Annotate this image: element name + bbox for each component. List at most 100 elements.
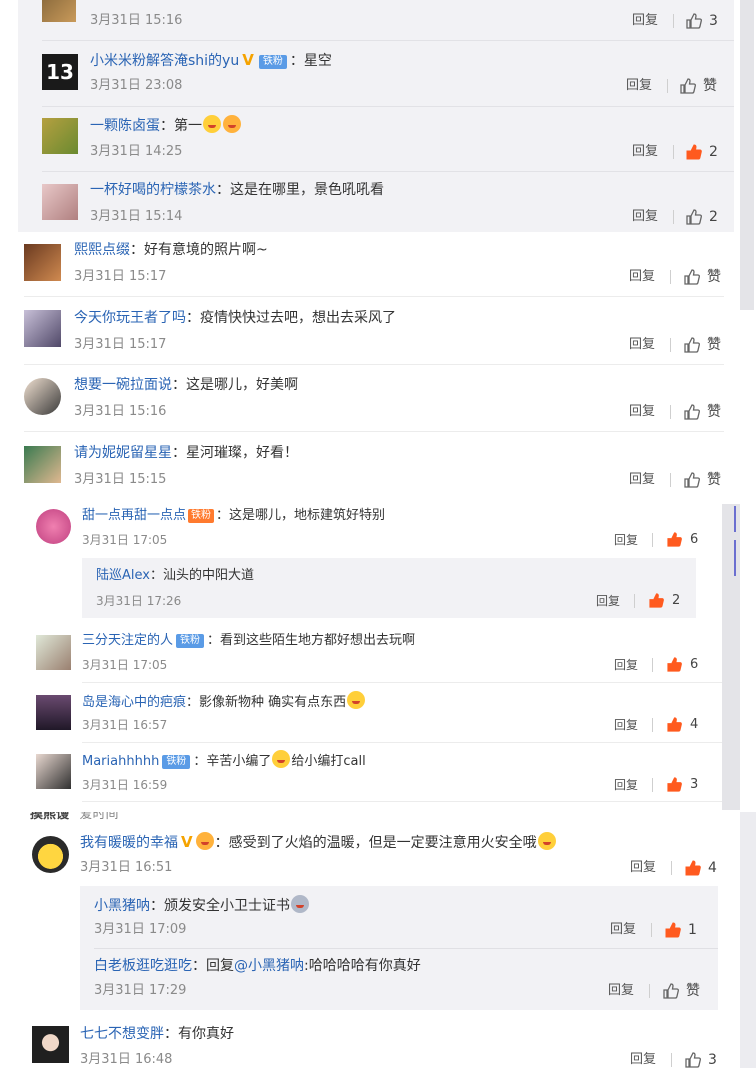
commenter-name[interactable]: 一杯好喝的柠檬茶水: [90, 182, 216, 198]
comment-time: 3月31日 17:09: [94, 922, 187, 937]
commenter-name[interactable]: 小米米粉解答淹shi的yu: [90, 53, 239, 69]
commenter-name[interactable]: 陆巡Alex: [96, 568, 150, 583]
like-count: 6: [690, 657, 699, 672]
comment-time: 3月31日 15:17: [74, 269, 167, 284]
avatar[interactable]: [24, 244, 61, 281]
reply-button[interactable]: 回复: [614, 716, 638, 734]
thumbs-up-icon: [686, 13, 702, 29]
like-count: 3: [708, 1052, 717, 1068]
commenter-name[interactable]: 岛是海心中的疤痕: [82, 695, 186, 710]
commenter-name[interactable]: 我有暖暖的幸福: [80, 835, 178, 851]
reply-button[interactable]: 回复: [614, 656, 638, 674]
comment-text: 第一: [174, 118, 202, 134]
divider: [42, 106, 734, 107]
thumbs-up-icon: [686, 144, 702, 160]
divider: [652, 718, 653, 732]
emoji-icon: [272, 750, 291, 768]
comment-time: 3月31日 16:51: [80, 860, 173, 875]
divider: [667, 79, 668, 93]
commenter-name[interactable]: 熙熙点缀: [74, 242, 130, 258]
commenter-name[interactable]: 七七不想变胖: [80, 1026, 164, 1042]
commenter-name[interactable]: 请为妮妮留星星: [74, 445, 172, 461]
divider: [24, 296, 724, 297]
scrollbar-thumb[interactable]: [734, 506, 736, 532]
avatar[interactable]: [36, 509, 71, 544]
reply-button[interactable]: 回复: [614, 531, 638, 549]
avatar[interactable]: 13: [42, 54, 78, 90]
commenter-name[interactable]: 甜一点再甜一点点: [82, 508, 186, 523]
avatar[interactable]: [24, 378, 61, 415]
commenter-name[interactable]: 想要一碗拉面说: [74, 377, 172, 393]
reply-button[interactable]: 回复: [596, 592, 620, 610]
like-count: 2: [709, 144, 718, 160]
comment-text: 爱时间: [79, 812, 119, 822]
divider: [673, 210, 674, 224]
commenter-name[interactable]: 小黑猪呐: [94, 898, 150, 914]
mention-link[interactable]: @小黑猪呐: [234, 958, 304, 974]
reply-button[interactable]: 回复: [629, 336, 655, 354]
like-count: 4: [708, 860, 717, 876]
avatar[interactable]: [32, 1026, 69, 1063]
avatar[interactable]: [32, 836, 69, 873]
comment-time: 3月31日 15:15: [74, 472, 167, 487]
reply-button[interactable]: 回复: [632, 143, 658, 161]
reply-button[interactable]: 回复: [630, 1051, 656, 1068]
panel-border-left: [0, 504, 30, 810]
divider: [670, 405, 671, 419]
reply-button[interactable]: 回复: [632, 12, 658, 30]
comment-time: 3月31日 16:48: [80, 1052, 173, 1067]
reply-button[interactable]: 回复: [629, 268, 655, 286]
fan-badge: 铁粉: [188, 509, 215, 523]
scrollbar-track[interactable]: [740, 0, 754, 310]
reply-button[interactable]: 回复: [614, 776, 638, 794]
comment-time: 3月31日 16:59: [82, 778, 168, 792]
commenter-name[interactable]: 白老板逛吃逛吃: [94, 958, 192, 974]
thumbs-up-icon: [684, 269, 700, 285]
divider: [673, 14, 674, 28]
divider: [670, 338, 671, 352]
thumbs-up-icon: [686, 209, 702, 225]
thumbs-up-icon: [685, 860, 701, 876]
divider: [652, 778, 653, 792]
commenter-name[interactable]: 今天你玩王者了吗: [74, 310, 186, 326]
commenter-name[interactable]: 三分天注定的人: [82, 633, 173, 648]
reply-button[interactable]: 回复: [629, 403, 655, 421]
reply-button[interactable]: 回复: [630, 859, 656, 877]
avatar[interactable]: [24, 310, 61, 347]
thumbs-up-icon: [667, 657, 682, 672]
divider: [82, 801, 722, 802]
reply-button[interactable]: 回复: [632, 208, 658, 226]
comment-time: 3月31日 15:14: [90, 209, 183, 224]
comment-time: 3月31日 23:08: [90, 78, 183, 93]
commenter-name[interactable]: Mariahhhhh: [82, 754, 159, 769]
like-count: 3: [690, 777, 699, 792]
commenter-name[interactable]: 一颗陈卤蛋: [90, 118, 160, 134]
comment-text: 汕头的中阳大道: [162, 568, 254, 583]
thumbs-up-icon: [663, 983, 679, 999]
thumbs-up-icon: [685, 1052, 701, 1068]
comment-text: 这是哪儿，好美啊: [186, 377, 298, 393]
avatar[interactable]: [36, 754, 71, 789]
comment-text: 好有意境的照片啊~: [144, 242, 268, 258]
avatar[interactable]: [36, 695, 71, 730]
thumbs-up-icon: [649, 593, 664, 608]
comment-panel-2: 熙熙点缀：好有意境的照片啊~ 3月31日 15:17 回复 赞 今天你玩王者了吗…: [0, 232, 740, 504]
thumbs-up-icon: [667, 777, 682, 792]
scrollbar-thumb[interactable]: [734, 540, 736, 576]
commenter-name[interactable]: 摸熊馒: [30, 812, 69, 822]
comment-text: 看到这些陌生地方都好想出去玩啊: [220, 633, 416, 648]
reply-button[interactable]: 回复: [608, 982, 634, 1000]
reply-button[interactable]: 回复: [610, 921, 636, 939]
avatar[interactable]: [42, 184, 78, 220]
verified-icon: V: [181, 833, 193, 851]
reply-button[interactable]: 回复: [629, 471, 655, 489]
avatar[interactable]: [24, 446, 61, 483]
avatar[interactable]: [36, 635, 71, 670]
divider: [42, 40, 734, 41]
reply-button[interactable]: 回复: [626, 77, 652, 95]
avatar[interactable]: [42, 118, 78, 154]
like-count: 赞: [707, 337, 721, 353]
comment-panel-4: 摸熊馒 爱时间 我有暖暖的幸福 V ：感受到了火焰的温暖，但是一定要注意用火安全哦 …: [0, 812, 740, 1068]
avatar[interactable]: [42, 0, 76, 22]
divider: [670, 473, 671, 487]
